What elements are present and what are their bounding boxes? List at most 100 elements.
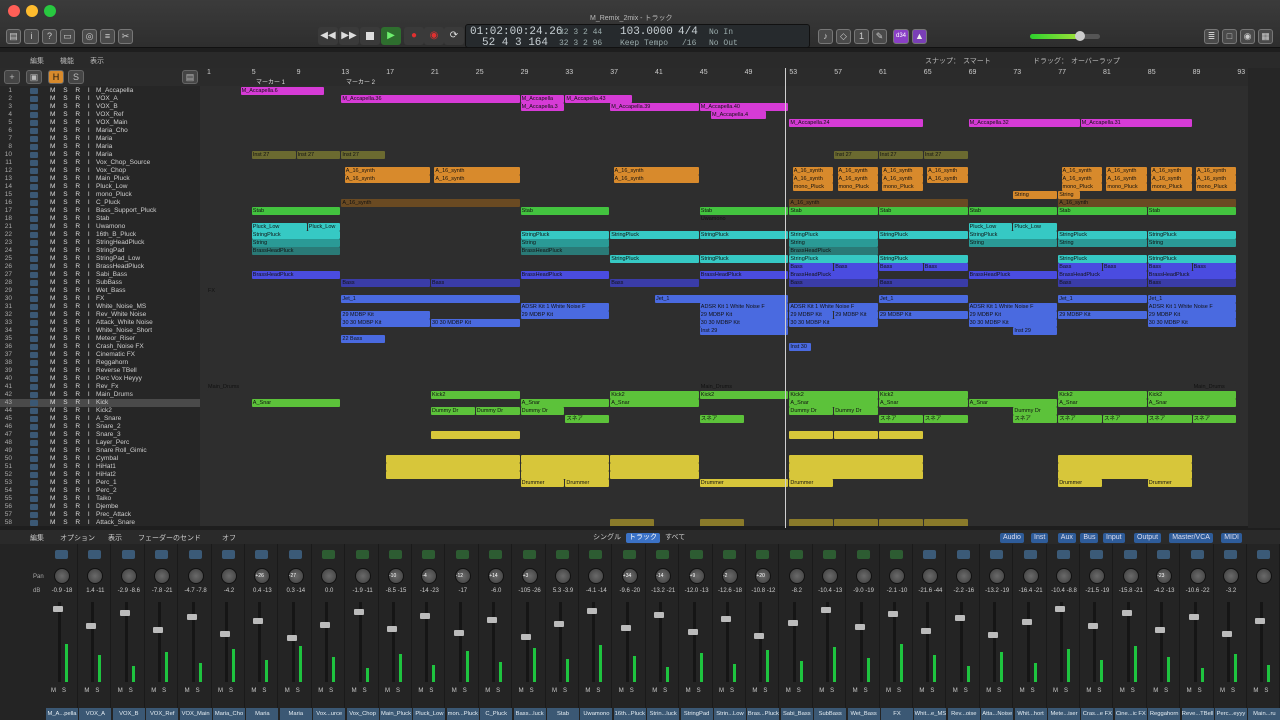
region[interactable]: 30 30 MDBP Kit (1147, 319, 1237, 327)
view-menu[interactable]: 表示 (90, 56, 104, 66)
mute-solo-buttons[interactable]: MS (251, 688, 272, 694)
track-msri-buttons[interactable]: M S R I (50, 191, 93, 199)
region[interactable]: ADSR Kit 1 White Noise F (1147, 303, 1237, 311)
volume-fader[interactable] (492, 602, 496, 682)
region[interactable]: A_16_synth (1058, 199, 1237, 207)
mute-solo-buttons[interactable]: MS (819, 688, 840, 694)
instrument-plugin-icon[interactable] (689, 550, 703, 559)
region[interactable]: BrassHeadPluck (789, 247, 878, 255)
region[interactable]: A_Snar (251, 399, 341, 407)
mixer-filter-button[interactable]: Audio (1000, 533, 1024, 543)
plugin-slot[interactable] (990, 550, 1004, 559)
smart-controls-icon[interactable]: ◎ (82, 29, 97, 44)
instrument-plugin-icon[interactable] (756, 550, 770, 559)
plugin-slot[interactable] (155, 550, 169, 559)
fader-cap[interactable] (153, 627, 164, 633)
region[interactable]: BrassHeadPluck (520, 247, 610, 255)
track-msri-buttons[interactable]: M S R I (50, 343, 93, 351)
track-header[interactable]: 55 M S R I Taiko (0, 495, 200, 503)
region[interactable]: A_16_synth (837, 167, 878, 175)
region[interactable] (431, 431, 520, 439)
plugin-slot[interactable] (121, 550, 135, 559)
region[interactable]: A_16_synth (789, 199, 968, 207)
region[interactable]: Inst 27 (923, 151, 968, 159)
fader-cap[interactable] (1121, 610, 1132, 616)
instrument-plugin-icon[interactable] (890, 550, 903, 559)
plugin-slot[interactable] (288, 550, 302, 559)
mute-solo-buttons[interactable]: MS (786, 688, 807, 694)
region[interactable]: Main_Drums (207, 383, 240, 391)
volume-fader[interactable] (826, 602, 830, 682)
region[interactable]: M_Accapella.43 (565, 95, 632, 103)
region[interactable]: スネア (1103, 415, 1147, 423)
region[interactable]: 29 MDBP Kit (1058, 311, 1147, 319)
region[interactable]: Stab (251, 207, 341, 215)
track-header[interactable]: 16 M S R I C_Pluck (0, 199, 200, 207)
region[interactable]: A_Snar (1058, 399, 1147, 407)
volume-fader[interactable] (58, 602, 61, 682)
plugin-slot[interactable] (1057, 550, 1070, 559)
volume-fader[interactable] (559, 602, 562, 682)
track-header[interactable]: 31 M S R I White_Noise_MS (0, 303, 200, 311)
region[interactable]: M_Accapella.4 (711, 111, 766, 119)
region[interactable] (1058, 455, 1192, 463)
solo-mode-icon[interactable]: ◇ (836, 29, 851, 44)
region[interactable] (834, 519, 878, 526)
track-header[interactable]: 5 M S R I VOX_Main (0, 119, 200, 127)
region[interactable]: Dummy Dr (475, 407, 520, 415)
close-window-icon[interactable] (8, 5, 20, 17)
track-header[interactable]: 45 M S R I A_Snare (0, 415, 200, 423)
volume-fader[interactable] (726, 602, 729, 682)
tempo-value[interactable]: 103.0000 (620, 26, 673, 38)
region[interactable]: Drummer (520, 479, 565, 487)
instrument-plugin-icon[interactable] (656, 550, 670, 559)
region[interactable]: Jet_1 (1058, 295, 1147, 303)
fader-cap[interactable] (86, 623, 97, 629)
region[interactable] (789, 463, 923, 471)
region[interactable]: A_Snar (610, 399, 699, 407)
pan-knob[interactable] (120, 568, 137, 584)
track-header[interactable]: 33 M S R I Attack_White Noise (0, 319, 200, 327)
region[interactable]: Inst 27 (879, 151, 923, 159)
pan-knob[interactable] (1022, 568, 1039, 584)
instrument-plugin-icon[interactable] (622, 550, 636, 559)
region[interactable]: Dummy Dr (520, 407, 565, 415)
region[interactable]: Bass (789, 263, 834, 271)
fader-cap[interactable] (320, 622, 331, 628)
plugin-slot[interactable] (1190, 550, 1204, 559)
region[interactable]: mono_Pluck (1061, 183, 1102, 191)
scissors-icon[interactable]: ✂ (118, 29, 133, 44)
track-header[interactable]: 18 M S R I Stab (0, 215, 200, 223)
region[interactable]: 30 30 MDBP Kit (789, 319, 878, 327)
instrument-plugin-icon[interactable] (556, 550, 569, 559)
fader-cap[interactable] (587, 608, 598, 614)
instrument-plugin-icon[interactable] (823, 550, 837, 559)
region[interactable]: StringPluck (699, 255, 789, 263)
region[interactable]: A_16_synth (344, 175, 430, 183)
fader-cap[interactable] (821, 607, 832, 613)
region[interactable]: A_16_synth (434, 167, 520, 175)
track-header[interactable]: 58 M S R I Attack_Snare (0, 519, 200, 526)
region[interactable] (879, 519, 923, 526)
region[interactable] (1058, 471, 1192, 479)
region[interactable]: スネア (1147, 415, 1192, 423)
region[interactable]: A_16_synth (927, 167, 968, 175)
region[interactable]: Kick2 (699, 391, 789, 399)
region[interactable]: BrassHeadPluck (1058, 271, 1147, 279)
track-header[interactable]: 57 M S R I Prec_Attack (0, 511, 200, 519)
track-msri-buttons[interactable]: M S R I (50, 287, 93, 295)
fader-cap[interactable] (988, 632, 999, 638)
region[interactable]: Drummer (789, 479, 834, 487)
track-msri-buttons[interactable]: M S R I (50, 143, 93, 151)
track-header[interactable]: 4 M S R I VOX_Ref (0, 111, 200, 119)
region[interactable]: mono_Pluck (1195, 183, 1237, 191)
zoom-window-icon[interactable] (44, 5, 56, 17)
volume-fader[interactable] (1260, 602, 1264, 682)
track-header[interactable]: 46 M S R I Snare_2 (0, 423, 200, 431)
region[interactable]: M_Accapella.32 (968, 119, 1080, 127)
region[interactable]: Bass (1058, 279, 1147, 287)
track-header[interactable]: 48 M S R I Layer_Perc (0, 439, 200, 447)
mute-solo-buttons[interactable]: MS (218, 688, 239, 694)
notes-icon[interactable]: □ (1222, 29, 1237, 44)
region[interactable]: Inst 30 (789, 343, 811, 351)
